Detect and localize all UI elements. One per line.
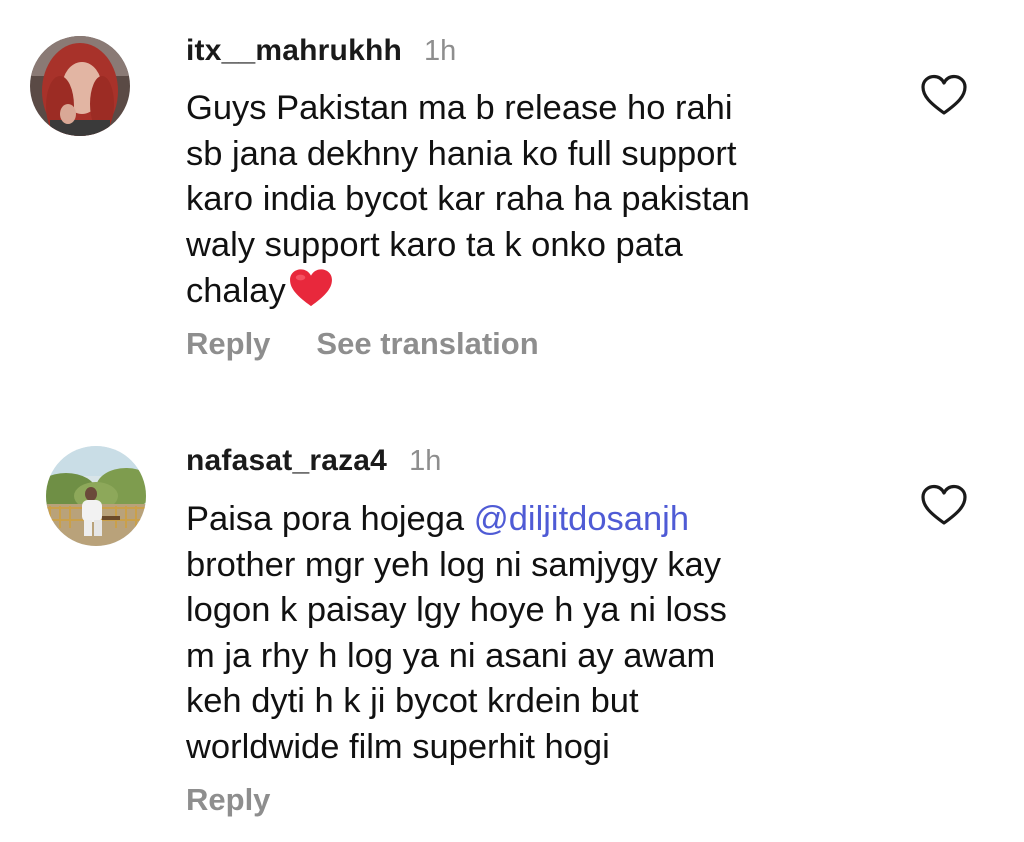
comment-text: Paisa pora hojega @diljitdosanjh brother… [186, 497, 886, 770]
timestamp: 1h [409, 445, 442, 477]
comment-header: nafasat_raza4 1h [186, 444, 441, 478]
username[interactable]: nafasat_raza4 [186, 444, 387, 478]
like-button[interactable] [920, 74, 968, 116]
like-button[interactable] [920, 484, 968, 526]
comment-line: sb jana dekhny hania ko full support [186, 134, 737, 173]
avatar[interactable] [30, 36, 130, 136]
reply-button[interactable]: Reply [186, 326, 270, 362]
comment-header: itx__mahrukhh 1h [186, 34, 456, 68]
comment-line-last: chalay [186, 268, 886, 315]
comment-line-text: chalay [186, 272, 286, 310]
comment-line: waly support karo ta k onko pata [186, 225, 683, 264]
comment-actions: Reply See translation [186, 326, 539, 362]
heart-outline-icon [921, 74, 967, 115]
see-translation-button[interactable]: See translation [316, 326, 538, 362]
comment-line: logon k paisay lgy hoye h ya ni loss [186, 591, 727, 629]
comment-line: brother mgr yeh log ni samjygy kay [186, 545, 721, 584]
comment-line: Guys Pakistan ma b release ho rahi [186, 89, 733, 127]
comment-line: m ja rhy h log ya ni asani ay awam [186, 636, 716, 675]
avatar[interactable] [46, 446, 146, 546]
comment-line: worldwide film superhit hogi [186, 727, 610, 766]
red-heart-emoji-icon [289, 269, 332, 307]
comment-line-first: Paisa pora hojega @diljitdosanjh [186, 497, 886, 543]
comment-line: karo india bycot kar raha ha pakistan [186, 180, 750, 218]
avatar-photo-icon [46, 446, 146, 546]
comment-line: keh dyti h k ji bycot krdein but [186, 682, 639, 720]
reply-button[interactable]: Reply [186, 782, 270, 818]
heart-outline-icon [921, 484, 967, 525]
comment-text: Guys Pakistan ma b release ho rahi sb ja… [186, 86, 886, 315]
comment-line-text: Paisa pora hojega [186, 500, 474, 538]
comment-actions: Reply [186, 782, 270, 818]
username[interactable]: itx__mahrukhh [186, 34, 402, 68]
avatar-photo-icon [30, 36, 130, 136]
mention-link[interactable]: @diljitdosanjh [474, 500, 689, 538]
timestamp: 1h [424, 35, 457, 67]
